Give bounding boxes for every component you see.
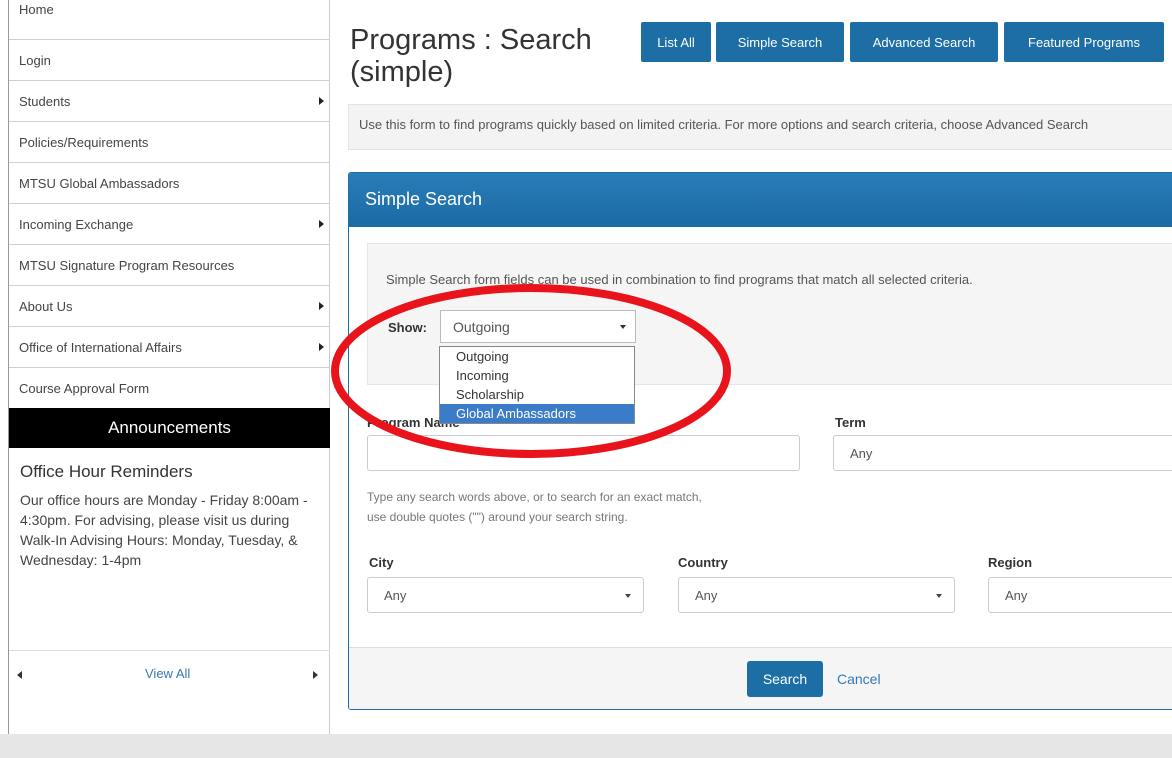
caret-down-icon (936, 594, 942, 598)
panel-intro-text: Simple Search form fields can be used in… (386, 272, 973, 287)
sidebar-item-label: MTSU Signature Program Resources (19, 257, 235, 273)
sidebar-item-label: MTSU Global Ambassadors (19, 175, 180, 191)
term-label: Term (835, 415, 866, 430)
dropdown-option-outgoing[interactable]: Outgoing (440, 347, 634, 366)
term-value: Any (850, 446, 873, 461)
cancel-link[interactable]: Cancel (837, 671, 881, 687)
caret-down-icon (620, 325, 626, 329)
announcements-pager: View All (9, 650, 330, 694)
sidebar-item-login[interactable]: Login (9, 40, 330, 81)
panel-title: Simple Search (349, 173, 1172, 227)
chevron-right-icon[interactable] (313, 671, 318, 679)
sidebar-item-international-affairs[interactable]: Office of International Affairs (9, 327, 330, 368)
city-select[interactable]: Any (367, 577, 644, 613)
list-all-button[interactable]: List All (641, 22, 711, 62)
sidebar-item-global-ambassadors[interactable]: MTSU Global Ambassadors (9, 163, 330, 204)
show-select[interactable]: Outgoing (440, 310, 636, 343)
region-label: Region (988, 555, 1033, 570)
chevron-right-icon (319, 302, 324, 310)
region-select[interactable]: Any (988, 577, 1172, 613)
sidebar-item-about-us[interactable]: About Us (9, 286, 330, 327)
dropdown-option-scholarship[interactable]: Scholarship (440, 385, 634, 404)
show-label: Show: (388, 320, 427, 335)
sidebar-item-label: Office of International Affairs (19, 339, 182, 355)
sidebar-item-label: Policies/Requirements (19, 134, 149, 150)
country-select[interactable]: Any (678, 577, 955, 613)
city-value: Any (384, 588, 407, 603)
region-value: Any (1005, 588, 1028, 603)
sidebar: Home Login Students Policies/Requirement… (0, 0, 330, 734)
chevron-right-icon (319, 343, 324, 351)
sidebar-item-students[interactable]: Students (9, 81, 330, 122)
term-select[interactable]: Any (833, 435, 1172, 471)
sidebar-item-signature-program[interactable]: MTSU Signature Program Resources (9, 245, 330, 286)
chevron-right-icon (319, 97, 324, 105)
info-text: Use this form to find programs quickly b… (359, 117, 1089, 132)
country-label: Country (678, 555, 728, 570)
sidebar-item-course-approval[interactable]: Course Approval Form (9, 368, 330, 409)
country-value: Any (695, 588, 718, 603)
show-dropdown-list: Outgoing Incoming Scholarship Global Amb… (439, 346, 635, 424)
view-all-link[interactable]: View All (145, 666, 190, 681)
advanced-search-button[interactable]: Advanced Search (850, 22, 998, 62)
search-help-text: Type any search words above, or to searc… (367, 487, 702, 527)
show-select-value: Outgoing (453, 319, 510, 335)
caret-down-icon (625, 594, 631, 598)
simple-search-panel: Simple Search Simple Search form fields … (348, 172, 1172, 710)
sidebar-item-policies[interactable]: Policies/Requirements (9, 122, 330, 163)
info-box: Use this form to find programs quickly b… (348, 104, 1172, 150)
sidebar-item-home[interactable]: Home (9, 0, 330, 40)
sidebar-nav: Home Login Students Policies/Requirement… (9, 0, 330, 409)
announcements-header: Announcements (9, 408, 330, 448)
page-title: Programs : Search (simple) (350, 24, 592, 88)
announcement-title: Office Hour Reminders (20, 462, 193, 481)
sidebar-item-label: Login (19, 52, 51, 68)
search-button[interactable]: Search (747, 661, 823, 697)
dropdown-option-incoming[interactable]: Incoming (440, 366, 634, 385)
announcement-text: Our office hours are Monday - Friday 8:0… (20, 492, 308, 568)
bottom-bar (0, 734, 1172, 758)
featured-programs-button[interactable]: Featured Programs (1004, 22, 1164, 62)
sidebar-item-label: Home (19, 2, 54, 17)
dropdown-option-global-ambassadors[interactable]: Global Ambassadors (440, 404, 634, 423)
search-help-line: use double quotes ("") around your searc… (367, 510, 628, 524)
program-name-input[interactable] (367, 435, 800, 471)
chevron-right-icon (319, 220, 324, 228)
sidebar-item-label: Students (19, 93, 71, 109)
sidebar-item-label: About Us (19, 298, 73, 314)
announcement-body: Office Hour Reminders Our office hours a… (20, 462, 320, 570)
city-label: City (369, 555, 394, 570)
sidebar-item-label: Course Approval Form (19, 380, 150, 396)
simple-search-button[interactable]: Simple Search (716, 22, 844, 62)
search-help-line: Type any search words above, or to searc… (367, 490, 702, 504)
sidebar-item-label: Incoming Exchange (19, 216, 134, 232)
sidebar-item-incoming-exchange[interactable]: Incoming Exchange (9, 204, 330, 245)
chevron-left-icon[interactable] (17, 671, 22, 679)
